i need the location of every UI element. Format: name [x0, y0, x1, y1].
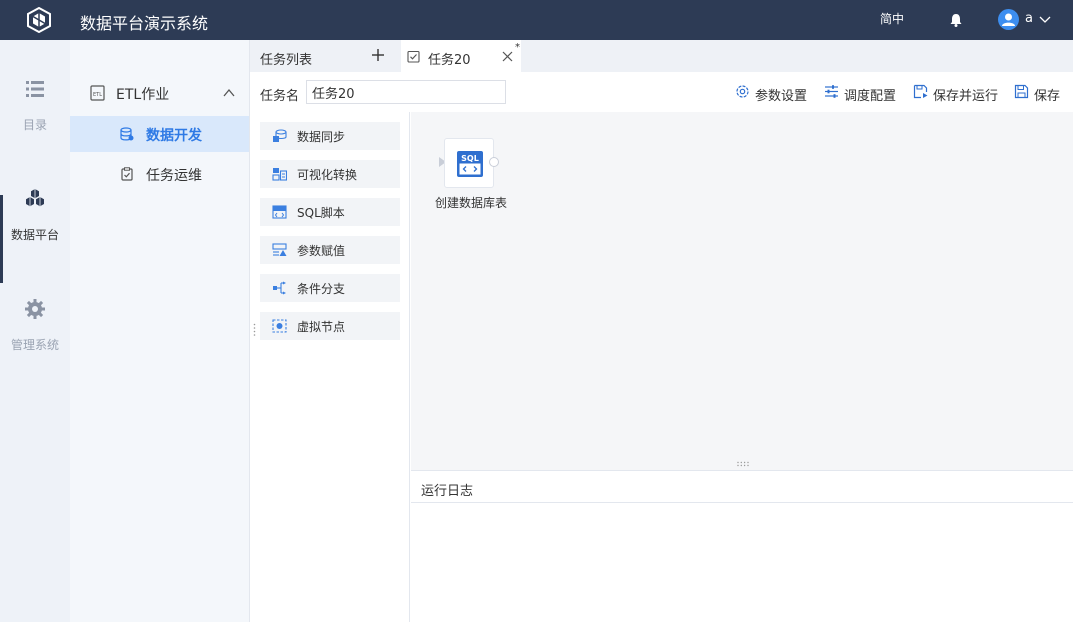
task-name-label: 任务名 — [260, 89, 300, 104]
sync-icon — [273, 129, 287, 142]
menu-group-etl[interactable]: ETL ETL作业 — [70, 73, 249, 113]
user-icon — [1002, 13, 1015, 26]
top-bar: 数据平台演示系统 简中 a — [0, 0, 1073, 40]
palette-item-label: 虚拟节点 — [297, 320, 346, 334]
database-icon — [120, 127, 134, 141]
menu-item-task-ops[interactable]: 任务运维 — [70, 156, 249, 192]
sql-icon — [272, 205, 287, 219]
workflow-node-label: 创建数据库表 — [434, 196, 507, 210]
left-rail: 目录 数据平台 管理系统 — [0, 40, 70, 622]
task-name-input[interactable] — [306, 80, 506, 104]
task-check-icon — [407, 50, 420, 63]
chevron-up-icon[interactable] — [222, 86, 236, 100]
palette-item-label: SQL脚本 — [297, 206, 345, 220]
language-switch[interactable]: 简中 — [880, 10, 904, 27]
sliders-icon — [825, 85, 838, 98]
svg-text:SQL: SQL — [461, 154, 479, 163]
tab-task-label: 任务20 — [428, 53, 471, 68]
palette-item-label: 参数赋值 — [297, 244, 346, 258]
tab-bar: 任务列表 任务20 * — [250, 40, 1073, 72]
run-log-title: 运行日志 — [421, 484, 474, 499]
node-output-port[interactable] — [489, 157, 499, 167]
avatar[interactable] — [998, 9, 1019, 30]
save-and-run-label: 保存并运行 — [933, 89, 999, 104]
rail-item-admin[interactable]: 管理系统 — [0, 298, 70, 378]
menu-item-data-dev[interactable]: 数据开发 — [70, 116, 249, 152]
palette-item-visual-transform[interactable]: 可视化转换 — [260, 160, 400, 188]
cubes-icon — [26, 189, 44, 207]
palette-item-label: 数据同步 — [297, 130, 346, 144]
run-log-panel: 运行日志 — [411, 470, 1073, 622]
schedule-button-label: 调度配置 — [844, 89, 897, 104]
param-icon — [272, 243, 287, 256]
palette-item-param-assign[interactable]: 参数赋值 — [260, 236, 400, 264]
user-name[interactable]: a — [1025, 11, 1033, 26]
resize-handle-vertical[interactable] — [253, 323, 256, 337]
app-logo-icon — [27, 7, 51, 33]
list-icon — [26, 81, 44, 97]
workflow-canvas[interactable]: SQL 创建数据库表 — [411, 112, 1073, 470]
save-run-icon — [913, 84, 928, 99]
palette-item-virtual-node[interactable]: 虚拟节点 — [260, 312, 400, 340]
bell-icon[interactable] — [948, 12, 964, 28]
chevron-down-icon[interactable] — [1039, 13, 1051, 25]
app-title: 数据平台演示系统 — [80, 14, 209, 33]
tab-task-list[interactable]: 任务列表 — [250, 40, 400, 72]
component-palette: 数据同步 可视化转换 SQL脚本 参数赋值 条件分支 虚拟节点 — [250, 112, 410, 622]
sql-node-icon: SQL — [457, 151, 483, 177]
palette-item-sql-script[interactable]: SQL脚本 — [260, 198, 400, 226]
tab-task-20[interactable]: 任务20 * — [401, 40, 521, 72]
settings-icon — [736, 85, 749, 98]
secondary-menu: ETL ETL作业 数据开发 任务运维 — [70, 40, 250, 622]
palette-item-label: 可视化转换 — [297, 168, 358, 182]
save-icon — [1014, 84, 1029, 99]
params-button-label: 参数设置 — [755, 89, 808, 104]
transform-icon — [272, 168, 287, 181]
rail-item-label: 目录 — [22, 118, 47, 132]
clipboard-icon — [121, 167, 133, 181]
save-button-label: 保存 — [1034, 89, 1061, 104]
rail-item-label: 管理系统 — [10, 338, 59, 352]
divider — [411, 502, 1073, 503]
task-toolbar: 任务名 参数设置 调度配置 保存并运行 — [250, 72, 1073, 112]
palette-item-data-sync[interactable]: 数据同步 — [260, 122, 400, 150]
branch-icon — [273, 281, 286, 295]
palette-item-label: 条件分支 — [297, 282, 346, 296]
workflow-node-sql[interactable]: SQL — [444, 138, 494, 188]
gear-icon — [25, 299, 45, 319]
menu-item-label: 任务运维 — [146, 168, 202, 184]
tab-task-list-label: 任务列表 — [260, 53, 313, 68]
svg-text:ETL: ETL — [93, 92, 102, 98]
menu-group-label: ETL作业 — [116, 87, 170, 103]
palette-item-condition-branch[interactable]: 条件分支 — [260, 274, 400, 302]
rail-item-data-platform[interactable]: 数据平台 — [0, 188, 70, 268]
close-icon[interactable] — [502, 51, 513, 62]
virtual-node-icon — [272, 319, 287, 333]
plus-icon[interactable] — [371, 48, 385, 62]
menu-item-label: 数据开发 — [146, 128, 202, 144]
rail-item-label: 数据平台 — [10, 228, 59, 242]
etl-file-icon: ETL — [90, 85, 105, 101]
unsaved-mark: * — [515, 42, 520, 53]
resize-handle-horizontal[interactable] — [736, 461, 750, 467]
rail-item-catalog[interactable]: 目录 — [0, 78, 70, 158]
